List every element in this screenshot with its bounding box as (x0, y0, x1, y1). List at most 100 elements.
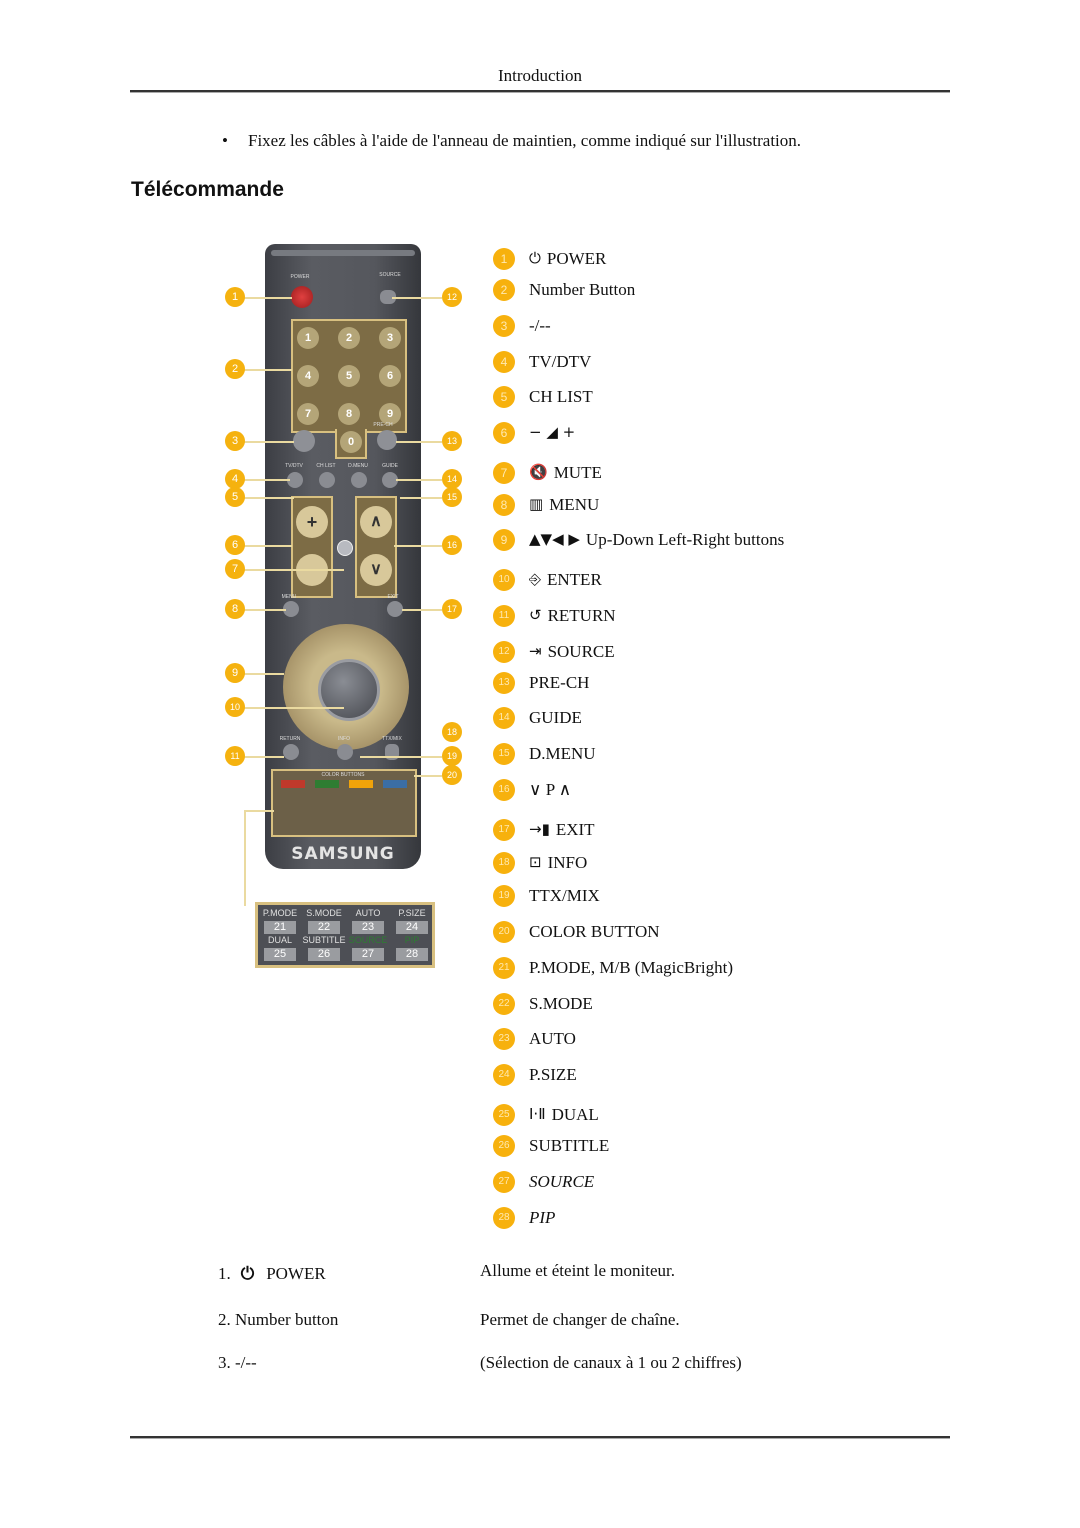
number-badge: 2 (493, 279, 515, 301)
number-badge: 25 (493, 1104, 515, 1126)
remote-num-button: 5 (338, 365, 360, 387)
callout-badge: 3 (225, 431, 245, 451)
legend-text: -/-- (529, 316, 551, 335)
menu-icon: ▥ (529, 495, 544, 513)
inset-label: PIP (404, 935, 420, 945)
inset-number: 25 (264, 948, 296, 961)
bullet-symbol: • (222, 131, 228, 150)
desc-row-3-text: (Sélection de canaux à 1 ou 2 chiffres) (480, 1353, 742, 1372)
channel-down-icon: ∨ (360, 554, 392, 586)
callout-badge: 13 (442, 431, 462, 451)
number-badge: 23 (493, 1028, 515, 1050)
remote-num-button: 8 (338, 403, 360, 425)
callout-line (396, 441, 442, 443)
remote-label-return: RETURN (279, 736, 301, 742)
desc-label: POWER (266, 1264, 326, 1283)
callout-line (244, 810, 246, 906)
volume-up-icon: + (296, 506, 328, 538)
color-key-blue (383, 780, 407, 788)
callout-badge: 11 (225, 746, 245, 766)
mute-icon: 🔇 (529, 463, 548, 481)
inset-label: P.MODE (262, 908, 298, 918)
desc-row-2-text: Permet de changer de chaîne. (480, 1310, 680, 1329)
callout-line (244, 569, 344, 571)
remote-illustration: POWER SOURCE 1 2 3 4 5 6 7 8 9 0 PRE-CH … (265, 244, 421, 869)
legend-label: D.MENU (529, 744, 596, 764)
remote-num-button: 4 (297, 365, 319, 387)
legend-text: ∨ P ∧ (529, 780, 572, 799)
section-title: Télécommande (131, 178, 284, 201)
legend-text: PIP (529, 1208, 556, 1227)
remote-channel-rocker: ∧ ∨ (355, 496, 397, 598)
callout-badge: 20 (442, 765, 462, 785)
legend-text: TV/DTV (529, 352, 592, 371)
inset-number: 26 (308, 948, 340, 961)
number-badge: 24 (493, 1064, 515, 1086)
remote-label-chlist: CH LIST (316, 463, 336, 469)
legend-text: RETURN (547, 606, 616, 625)
desc-row-2-name: 2. Number button (218, 1310, 339, 1329)
callout-line (244, 756, 284, 758)
remote-num-button: 6 (379, 365, 401, 387)
callout-badge: 5 (225, 487, 245, 507)
footer-rule (130, 1436, 950, 1438)
callout-badge: 6 (225, 535, 245, 555)
legend-text: PRE-CH (529, 673, 590, 692)
remote-chlist-button (319, 472, 335, 488)
channel-up-icon: ∧ (360, 506, 392, 538)
legend-text: DUAL (551, 1105, 599, 1124)
legend-text: COLOR BUTTON (529, 922, 660, 941)
number-badge: 6 (493, 422, 515, 444)
remote-top-edge (271, 250, 415, 256)
number-badge: 22 (493, 993, 515, 1015)
inset-label: SOURCE (348, 935, 388, 945)
remote-prech-button (377, 430, 397, 450)
callout-badge: 1 (225, 287, 245, 307)
number-badge: 7 (493, 462, 515, 484)
color-key-yellow (349, 780, 373, 788)
power-icon: ⏻ (529, 249, 541, 267)
callout-line (244, 545, 292, 547)
callout-badge: 2 (225, 359, 245, 379)
legend-label: PRE-CH (529, 673, 589, 693)
desc-number: 1. (218, 1264, 231, 1283)
number-badge: 13 (493, 672, 515, 694)
remote-label-power: POWER (290, 274, 310, 280)
callout-line (244, 609, 286, 611)
inset-label: P.SIZE (398, 908, 426, 918)
remote-label-exit: EXIT (387, 594, 399, 600)
legend-text: INFO (547, 853, 588, 872)
inset-number: 23 (352, 921, 384, 934)
number-badge: 15 (493, 743, 515, 765)
callout-line (244, 707, 344, 709)
legend-label: P.SIZE (529, 1065, 577, 1085)
number-badge: 14 (493, 707, 515, 729)
number-badge: 28 (493, 1207, 515, 1229)
volume-icon: − ◢ + (529, 423, 576, 441)
inset-number: 27 (352, 948, 384, 961)
enter-icon (318, 659, 380, 721)
legend-label: SOURCE (529, 1172, 594, 1192)
legend-label: COLOR BUTTON (529, 922, 660, 942)
return-icon: ↺ (529, 606, 542, 624)
color-key-red (281, 780, 305, 788)
legend-label: 🔇 MUTE (529, 463, 602, 483)
remote-power-button (291, 286, 313, 308)
callout-line (394, 545, 442, 547)
remote-label-color-buttons: COLOR BUTTONS (321, 772, 365, 778)
callout-line (414, 775, 442, 777)
remote-label-info: INFO (338, 736, 350, 742)
remote-label-prech: PRE-CH (373, 422, 393, 428)
callout-badge: 18 (442, 722, 462, 742)
bullet-item: • Fixez les câbles à l'aide de l'anneau d… (222, 131, 801, 151)
legend-label: GUIDE (529, 708, 582, 728)
number-badge: 18 (493, 852, 515, 874)
color-key-green (315, 780, 339, 788)
remote-color-panel: COLOR BUTTONS (271, 769, 417, 837)
number-badge: 16 (493, 779, 515, 801)
inset-number: 22 (308, 921, 340, 934)
callout-badge: 7 (225, 559, 245, 579)
legend-label: ⇥ SOURCE (529, 642, 615, 662)
callout-badge: 15 (442, 487, 462, 507)
legend-text: GUIDE (529, 708, 582, 727)
